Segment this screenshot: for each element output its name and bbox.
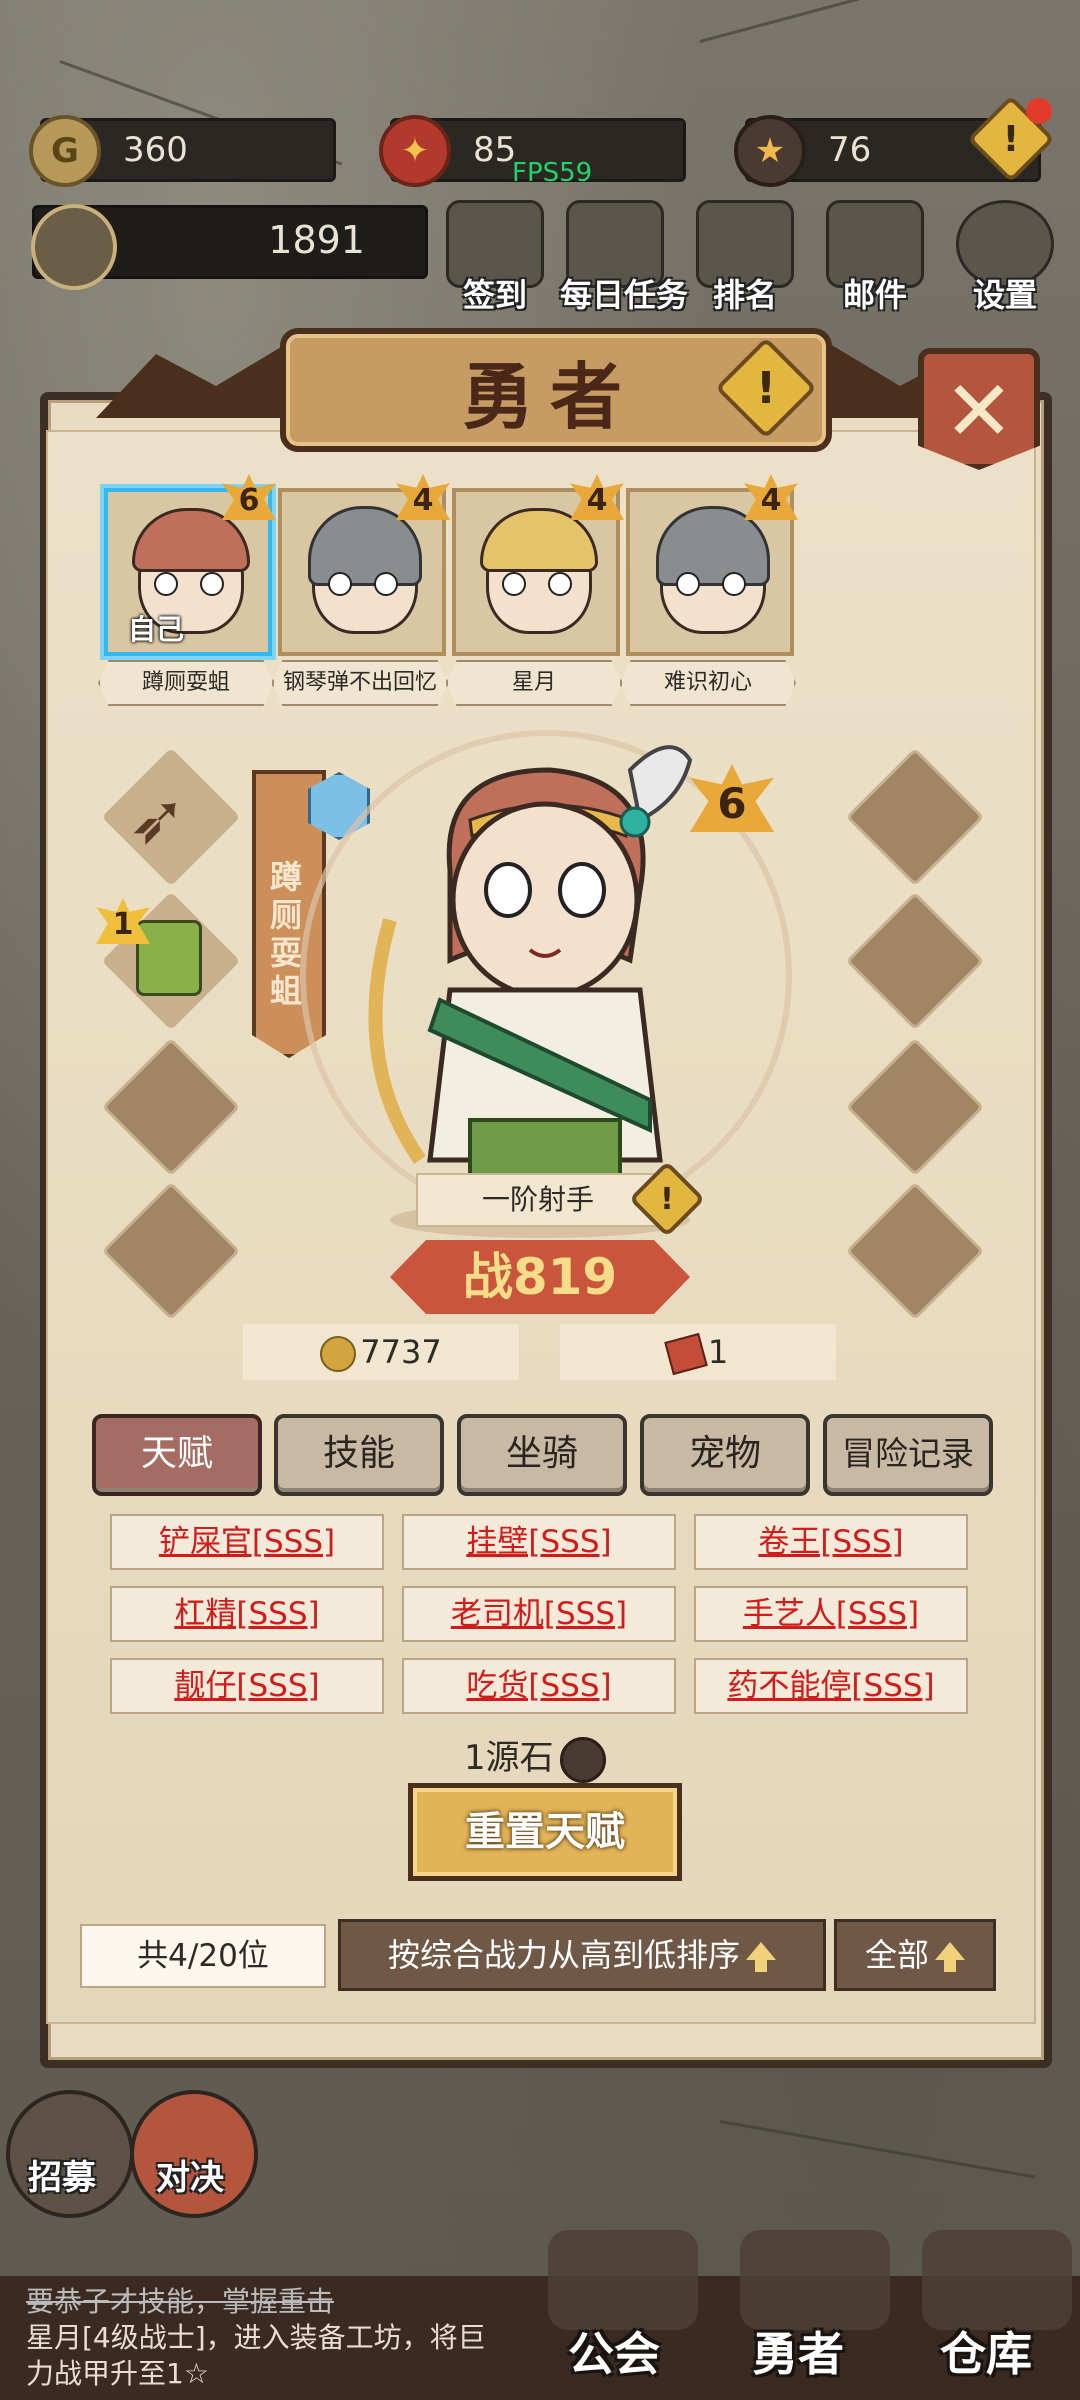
hero-eye: [200, 572, 224, 596]
tab-mount[interactable]: 坐骑: [457, 1414, 627, 1496]
hero-eye: [548, 572, 572, 596]
close-button[interactable]: ✕: [918, 348, 1040, 470]
settings-button[interactable]: 设置: [950, 200, 1060, 314]
battle-power-value: 819: [512, 1248, 618, 1306]
filter-label: 全部: [864, 1936, 929, 1974]
hero-name-4: 难识初心: [620, 660, 796, 706]
hero-name-3: 星月: [446, 660, 622, 706]
warehouse-icon: [922, 2230, 1072, 2330]
duel-label: 对决: [156, 2158, 224, 2198]
hero-eye: [722, 572, 746, 596]
battle-power: 战819: [390, 1240, 690, 1314]
talent-item[interactable]: 药不能停[SSS]: [694, 1658, 968, 1714]
stone-value: 76: [828, 130, 872, 170]
fps-counter: FPS59: [512, 158, 593, 188]
honor-value: 85: [473, 130, 517, 170]
reset-cost-label: 1源石: [464, 1738, 554, 1778]
hero-eye: [328, 572, 352, 596]
hero-scrolls: 1: [560, 1324, 836, 1380]
talent-item[interactable]: 卷王[SSS]: [694, 1514, 968, 1570]
tab-skills[interactable]: 技能: [274, 1414, 444, 1496]
nav-hero[interactable]: 勇者: [752, 2318, 844, 2384]
scroll-icon: [664, 1332, 708, 1376]
hero-helmet-icon: [740, 2230, 890, 2330]
gold-coin-icon: G: [29, 115, 101, 187]
checkin-button[interactable]: 签到: [440, 200, 550, 314]
hero-name-1: 蹲厕耍蛆: [98, 660, 274, 706]
tab-pet[interactable]: 宠物: [640, 1414, 810, 1496]
guild-icon: [548, 2230, 698, 2330]
battle-prefix: 战: [462, 1248, 513, 1306]
talent-item[interactable]: 老司机[SSS]: [402, 1586, 676, 1642]
hero-eye: [374, 572, 398, 596]
filter-button[interactable]: 全部: [834, 1919, 996, 1991]
total-power-value: 1891: [268, 218, 365, 262]
reset-cost: 1源石: [464, 1730, 606, 1783]
sort-label: 按综合战力从高到低排序: [387, 1936, 740, 1974]
honor-shield-icon: ✦: [379, 115, 451, 187]
hero-class-label: 一阶射手: [416, 1173, 660, 1227]
armor-icon: [136, 920, 202, 996]
gold-coin-icon: [320, 1336, 357, 1372]
talent-item[interactable]: 靓仔[SSS]: [110, 1658, 384, 1714]
hero-portrait-large: [368, 745, 693, 1238]
nav-guild[interactable]: 公会: [568, 2318, 660, 2384]
sort-button[interactable]: 按综合战力从高到低排序: [338, 1919, 826, 1991]
mail-button[interactable]: 邮件: [820, 200, 930, 314]
tab-talent[interactable]: 天赋: [92, 1414, 262, 1496]
reset-talent-button[interactable]: 重置天赋: [408, 1783, 682, 1881]
hero-eye: [676, 572, 700, 596]
nav-warehouse[interactable]: 仓库: [940, 2318, 1032, 2384]
system-message: 要恭子才技能，掌握重击 星月[4级战士]，进入装备工坊，将巨 力战甲升至1☆: [26, 2284, 546, 2392]
total-power-bar: 1891: [31, 204, 428, 290]
arrow-up-icon: [746, 1942, 776, 1972]
ranking-button[interactable]: 排名: [690, 200, 800, 314]
recruit-label: 招募: [28, 2158, 96, 2198]
self-tag: 自己: [128, 613, 185, 646]
message-line: 要恭子才技能，掌握重击: [26, 2285, 335, 2318]
source-stone-icon: ★: [734, 115, 806, 187]
power-crest-icon: [31, 204, 117, 290]
hero-name-2: 钢琴弹不出回忆: [272, 660, 448, 706]
talent-item[interactable]: 挂壁[SSS]: [402, 1514, 676, 1570]
message-line: 力战甲升至1☆: [26, 2357, 209, 2390]
arrow-up-icon: [935, 1942, 965, 1972]
daily-tasks-button[interactable]: 每日任务: [560, 200, 688, 314]
tab-adventure-log[interactable]: 冒险记录: [823, 1414, 993, 1496]
hero-eye: [154, 572, 178, 596]
notification-dot: [1026, 98, 1052, 124]
talent-item[interactable]: 手艺人[SSS]: [694, 1586, 968, 1642]
talent-item[interactable]: 铲屎官[SSS]: [110, 1514, 384, 1570]
talent-item[interactable]: 杠精[SSS]: [110, 1586, 384, 1642]
gold-value: 360: [123, 130, 188, 170]
source-stone-icon: [559, 1736, 606, 1783]
message-line: 星月[4级战士]，进入装备工坊，将巨: [26, 2321, 486, 2354]
bow-icon: ➶: [128, 778, 187, 860]
close-icon: ✕: [943, 362, 1015, 460]
hero-gold: 7737: [243, 1324, 519, 1380]
hero-gold-value: 7737: [360, 1333, 442, 1371]
talent-item[interactable]: 吃货[SSS]: [402, 1658, 676, 1714]
hero-scrolls-value: 1: [707, 1333, 729, 1371]
hero-count: 共4/20位: [80, 1924, 326, 1988]
gold-counter: G 360: [29, 115, 336, 187]
hero-eye: [502, 572, 526, 596]
